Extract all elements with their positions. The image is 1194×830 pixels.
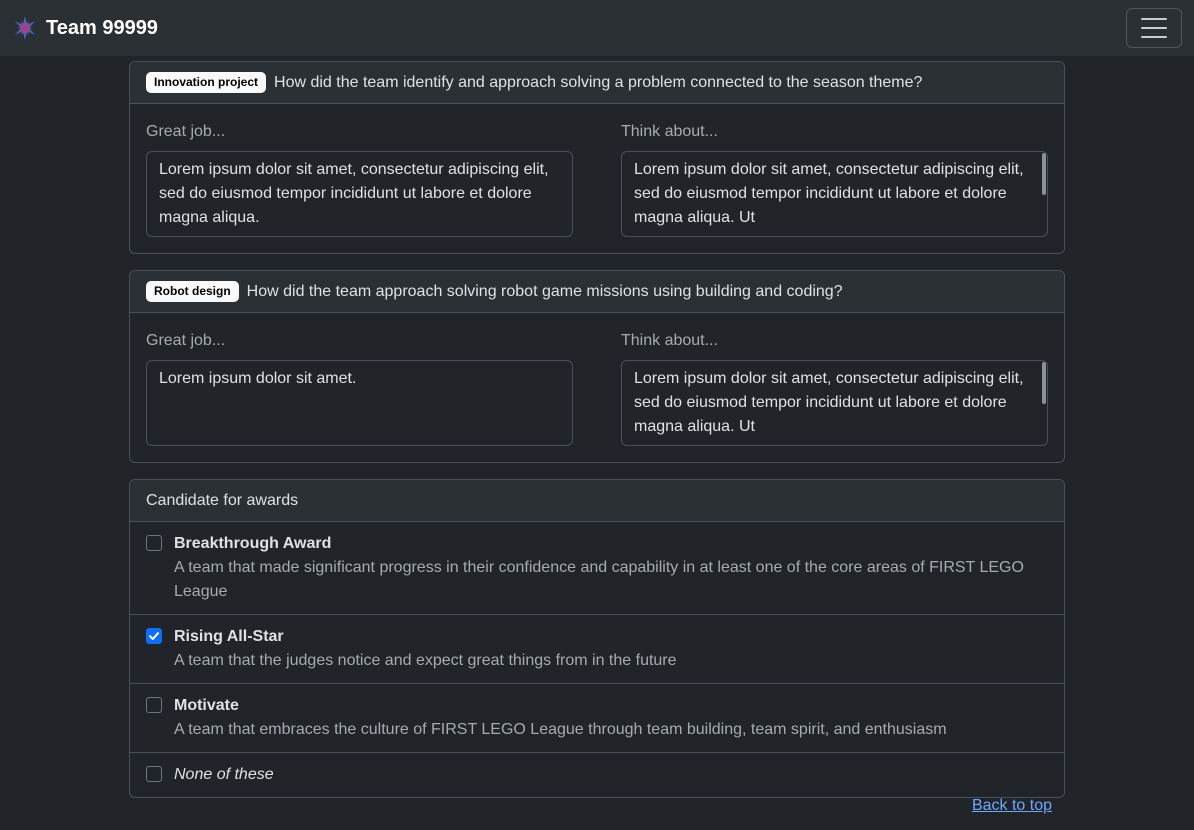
award-description: A team that the judges notice and expect… — [174, 652, 677, 669]
awards-card: Candidate for awards Breakthrough Award … — [129, 479, 1065, 798]
category-badge: Robot design — [146, 281, 239, 302]
robot-design-card: Robot design How did the team approach s… — [129, 270, 1065, 463]
think-about-label: Think about... — [621, 332, 718, 349]
navbar: Team 99999 — [0, 0, 1194, 56]
think-about-textarea[interactable]: Lorem ipsum dolor sit amet, consectetur … — [621, 151, 1048, 237]
question-text: How did the team identify and approach s… — [274, 73, 923, 91]
awards-header: Candidate for awards — [130, 480, 1064, 522]
category-badge: Innovation project — [146, 72, 267, 93]
none-of-these-label: None of these — [174, 766, 274, 783]
great-job-label: Great job... — [146, 123, 226, 140]
award-title: Motivate — [174, 697, 239, 714]
star-burst-icon — [15, 16, 35, 40]
award-item-rising-all-star[interactable]: Rising All-Star A team that the judges n… — [130, 615, 1064, 684]
question-text: How did the team approach solving robot … — [246, 282, 843, 300]
award-checkbox[interactable] — [146, 766, 162, 782]
brand[interactable]: Team 99999 — [12, 15, 158, 41]
textarea-scrollbar[interactable] — [1042, 153, 1046, 195]
award-item-none[interactable]: None of these — [130, 753, 1064, 797]
back-to-top-link[interactable]: Back to top — [972, 797, 1052, 815]
checkmark-icon — [149, 632, 159, 640]
award-title: Breakthrough Award — [174, 535, 332, 552]
innovation-project-card: Innovation project How did the team iden… — [129, 61, 1065, 254]
award-item-breakthrough[interactable]: Breakthrough Award A team that made sign… — [130, 522, 1064, 615]
great-job-label: Great job... — [146, 332, 226, 349]
award-item-motivate[interactable]: Motivate A team that embraces the cultur… — [130, 684, 1064, 753]
page-title: Team 99999 — [46, 16, 158, 39]
award-title: Rising All-Star — [174, 628, 284, 645]
award-checkbox[interactable] — [146, 535, 162, 551]
great-job-textarea[interactable]: Lorem ipsum dolor sit amet, consectetur … — [146, 151, 573, 237]
card-header: Innovation project How did the team iden… — [130, 62, 1064, 104]
award-description: A team that embraces the culture of FIRS… — [174, 721, 947, 738]
award-checkbox[interactable] — [146, 697, 162, 713]
card-header: Robot design How did the team approach s… — [130, 271, 1064, 313]
think-about-label: Think about... — [621, 123, 718, 140]
award-checkbox[interactable] — [146, 628, 162, 644]
great-job-textarea[interactable]: Lorem ipsum dolor sit amet. — [146, 360, 573, 446]
textarea-scrollbar[interactable] — [1042, 362, 1046, 404]
award-description: A team that made significant progress in… — [174, 559, 1024, 600]
think-about-textarea[interactable]: Lorem ipsum dolor sit amet, consectetur … — [621, 360, 1048, 446]
hamburger-menu-icon — [1141, 18, 1167, 20]
main-content: Innovation project How did the team iden… — [129, 61, 1065, 814]
navbar-toggle-button[interactable] — [1126, 8, 1182, 48]
